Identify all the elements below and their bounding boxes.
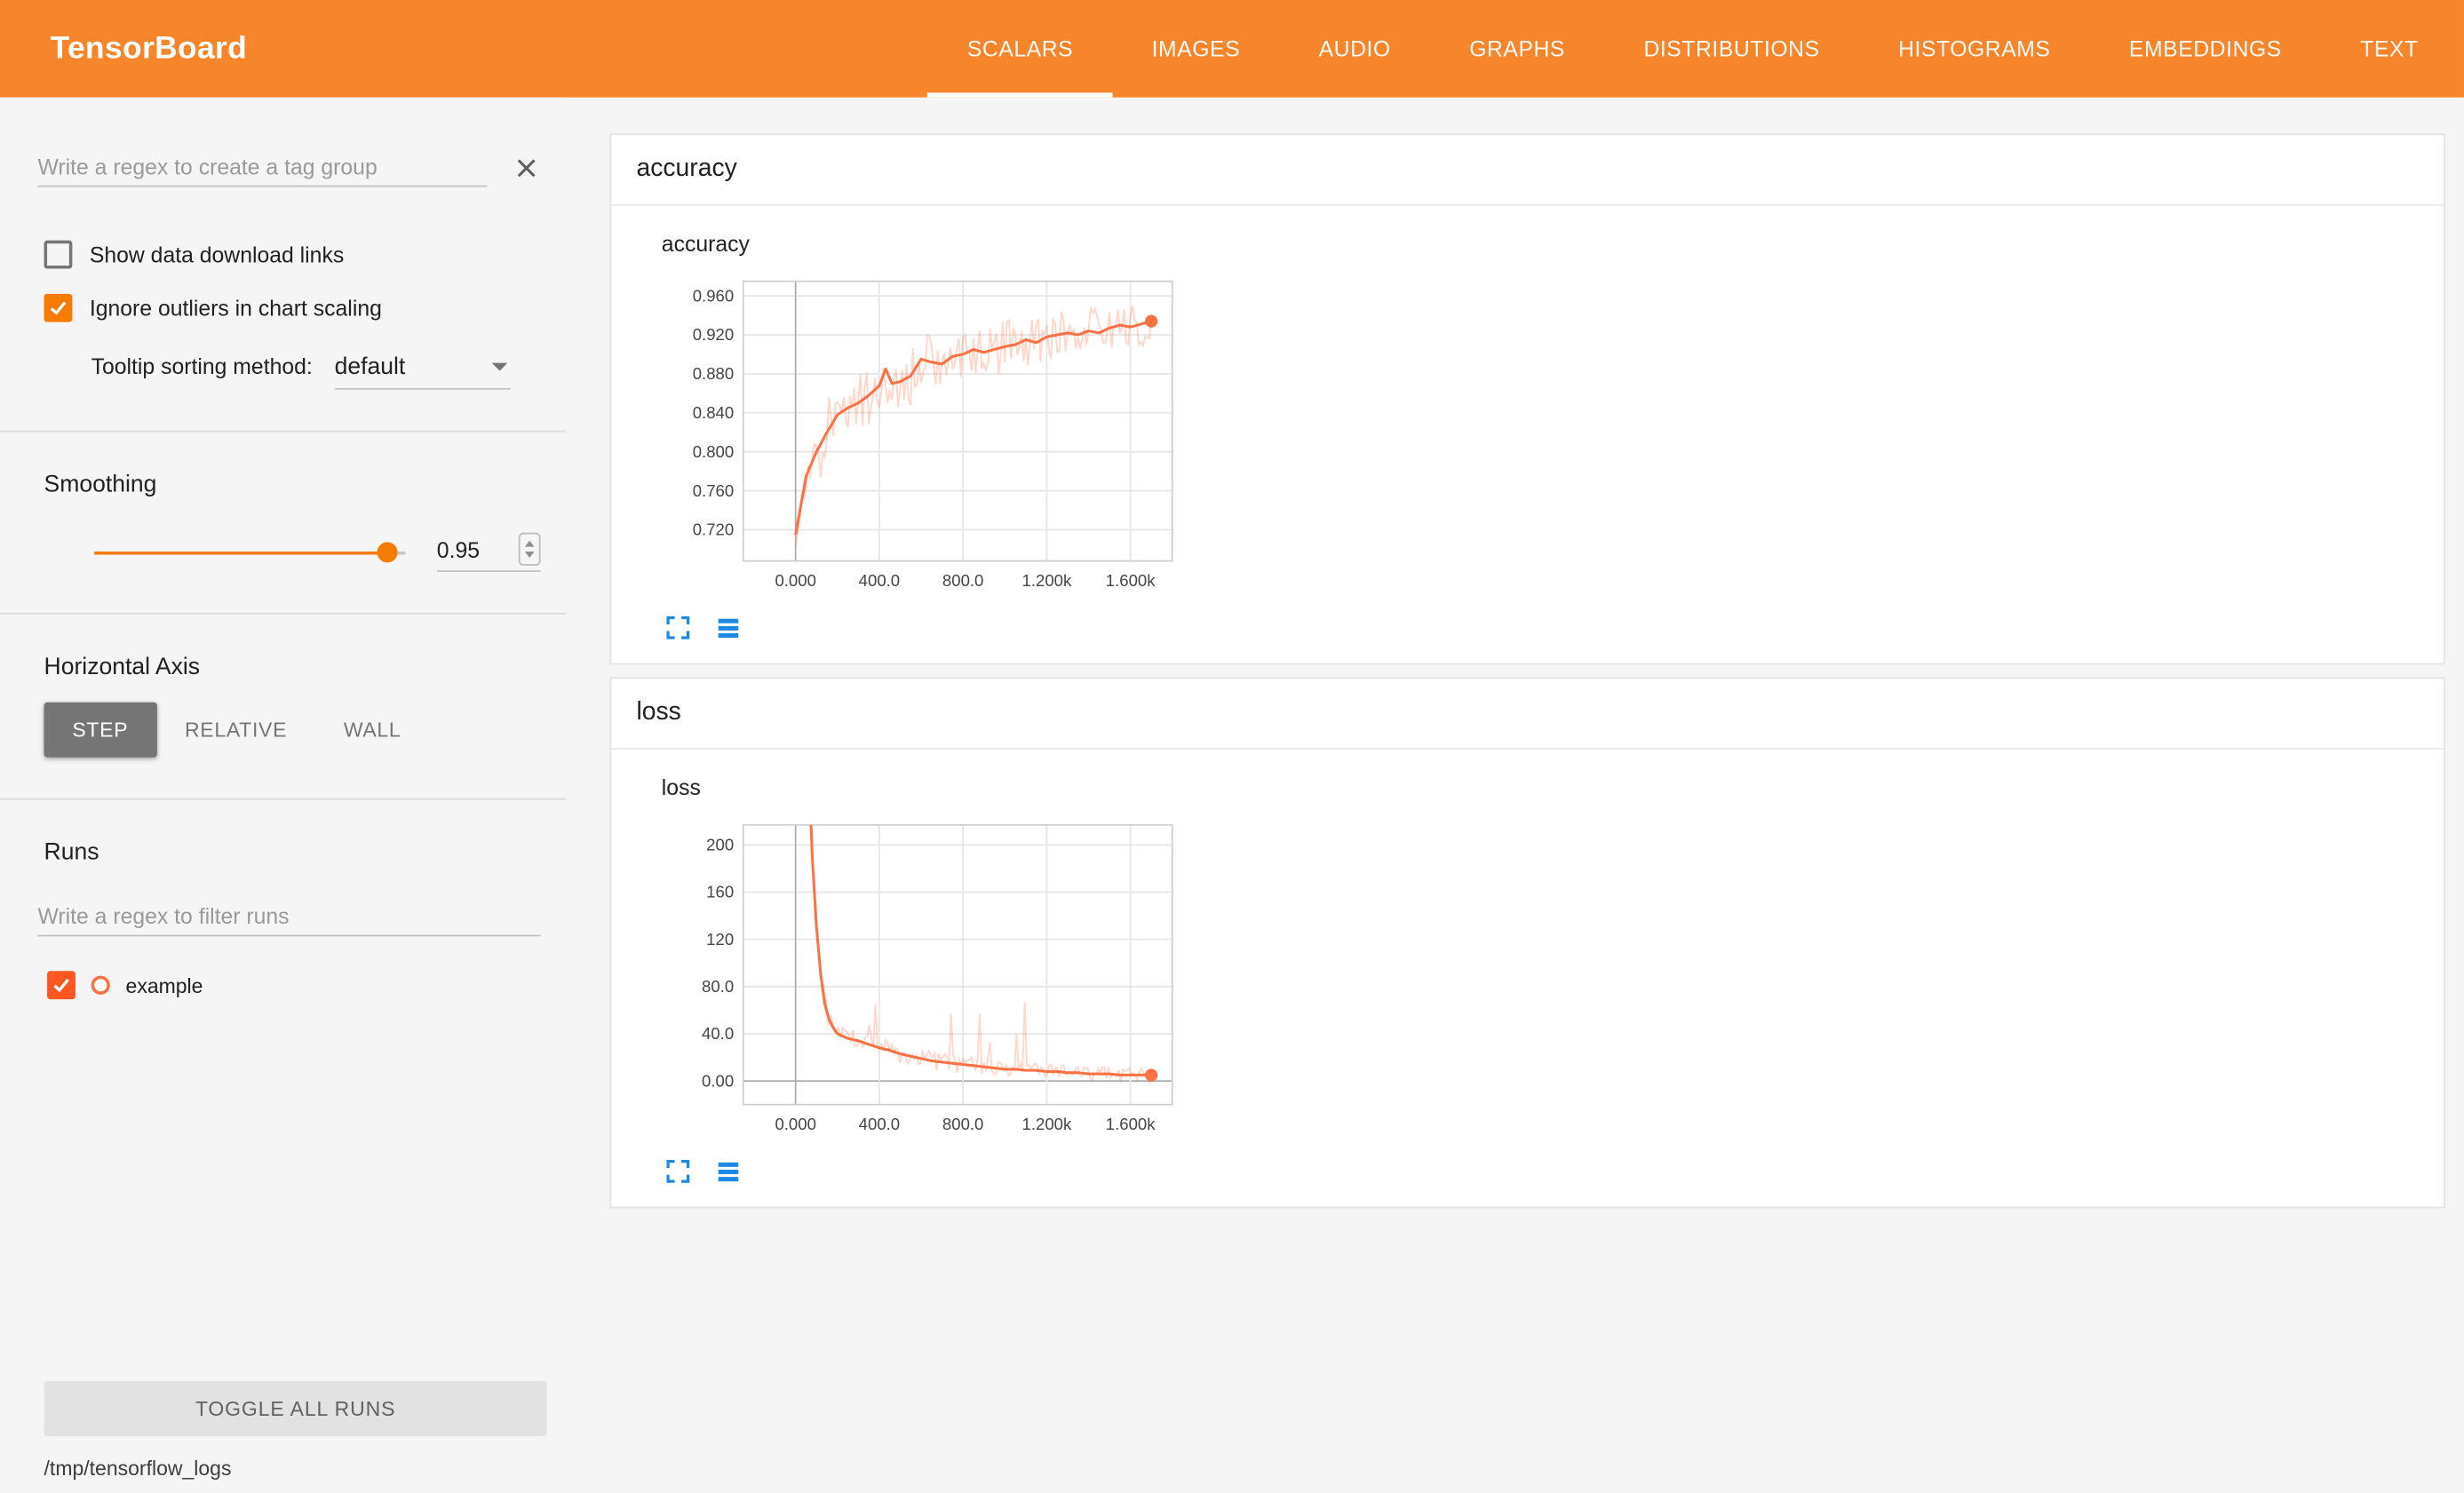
run-selector-bars-icon[interactable] xyxy=(715,615,742,641)
ignore-outliers-checkbox-row[interactable]: Ignore outliers in chart scaling xyxy=(44,294,541,322)
smoothing-slider-knob[interactable] xyxy=(378,542,398,562)
svg-text:1.600k: 1.600k xyxy=(1106,1115,1156,1133)
tab-distributions[interactable]: DISTRIBUTIONS xyxy=(1604,0,1859,98)
svg-text:0.840: 0.840 xyxy=(693,403,734,422)
tab-histograms[interactable]: HISTOGRAMS xyxy=(1859,0,2090,98)
smoothing-stepper[interactable] xyxy=(519,533,541,566)
tag-group-title-accuracy[interactable]: accuracy xyxy=(611,135,2444,206)
svg-text:400.0: 400.0 xyxy=(859,1115,900,1133)
svg-text:0.000: 0.000 xyxy=(775,1115,815,1133)
horizontal-axis-label: Horizontal Axis xyxy=(44,654,566,680)
run-selector-bars-icon[interactable] xyxy=(715,1158,742,1185)
tab-embeddings[interactable]: EMBEDDINGS xyxy=(2090,0,2321,98)
nav-tabs: SCALARS IMAGES AUDIO GRAPHS DISTRIBUTION… xyxy=(928,0,2464,98)
tooltip-sorting-label: Tooltip sorting method: xyxy=(91,353,313,378)
svg-text:0.000: 0.000 xyxy=(775,571,815,590)
run-checkbox-icon[interactable] xyxy=(47,971,76,999)
dashboard-main: accuracy accuracy 0.7200.7600.8000.8400.… xyxy=(566,98,2464,1493)
svg-text:1.200k: 1.200k xyxy=(1022,1115,1072,1133)
svg-text:800.0: 800.0 xyxy=(942,571,983,590)
tag-group-card-accuracy: accuracy accuracy 0.7200.7600.8000.8400.… xyxy=(609,133,2444,664)
log-directory-path: /tmp/tensorflow_logs xyxy=(44,1457,566,1481)
svg-text:0.960: 0.960 xyxy=(693,286,734,305)
settings-sidebar: Show data download links Ignore outliers… xyxy=(0,98,566,1493)
loss-line-chart[interactable]: 0.00 40.0 80.0 120 160 200 0.000 400.0 800.0 1.20… xyxy=(662,813,1188,1146)
run-name-label: example xyxy=(126,973,203,997)
horizontal-axis-buttons: STEP RELATIVE WALL xyxy=(44,703,566,758)
expand-chart-icon[interactable] xyxy=(664,615,691,641)
runs-label: Runs xyxy=(44,839,566,866)
divider xyxy=(0,798,566,800)
ignore-outliers-label: Ignore outliers in chart scaling xyxy=(90,296,382,321)
tab-graphs[interactable]: GRAPHS xyxy=(1430,0,1604,98)
tab-audio[interactable]: AUDIO xyxy=(1279,0,1430,98)
svg-text:200: 200 xyxy=(706,836,734,854)
smoothing-label: Smoothing xyxy=(44,472,566,498)
tag-group-card-loss: loss loss 0.00 40.0 80.0 120 160 200 0.000 400.… xyxy=(609,677,2444,1208)
svg-text:120: 120 xyxy=(706,930,734,949)
tensorboard-app: TensorBoard SCALARS IMAGES AUDIO GRAPHS … xyxy=(0,0,2464,1493)
tooltip-sorting-dropdown[interactable]: default xyxy=(335,353,511,390)
toggle-all-runs-button[interactable]: TOGGLE ALL RUNS xyxy=(44,1381,547,1436)
svg-text:0.880: 0.880 xyxy=(693,364,734,383)
axis-wall-button[interactable]: WALL xyxy=(315,703,429,758)
runs-filter-input[interactable] xyxy=(37,897,540,936)
svg-text:0.760: 0.760 xyxy=(693,481,734,500)
run-color-swatch[interactable] xyxy=(91,976,110,995)
svg-text:400.0: 400.0 xyxy=(859,571,900,590)
stepper-down-icon[interactable] xyxy=(525,552,535,558)
chart-title-loss: loss xyxy=(662,774,2444,799)
checkbox-unchecked-icon[interactable] xyxy=(44,241,73,269)
expand-chart-icon[interactable] xyxy=(664,1158,691,1185)
show-download-links-checkbox-row[interactable]: Show data download links xyxy=(44,241,541,269)
svg-text:0.720: 0.720 xyxy=(693,520,734,539)
axis-step-button[interactable]: STEP xyxy=(44,703,157,758)
divider xyxy=(0,431,566,433)
chevron-down-icon xyxy=(491,363,507,371)
axis-relative-button[interactable]: RELATIVE xyxy=(156,703,315,758)
svg-text:0.800: 0.800 xyxy=(693,442,734,461)
svg-text:80.0: 80.0 xyxy=(702,977,734,996)
tab-text[interactable]: TEXT xyxy=(2321,0,2458,98)
clear-tag-filter-icon[interactable] xyxy=(513,153,541,181)
run-list-item[interactable]: example xyxy=(47,971,540,999)
tab-scalars[interactable]: SCALARS xyxy=(928,0,1113,98)
smoothing-value-input[interactable] xyxy=(437,536,497,561)
app-header: TensorBoard SCALARS IMAGES AUDIO GRAPHS … xyxy=(0,0,2464,98)
svg-text:160: 160 xyxy=(706,883,734,901)
svg-text:0.00: 0.00 xyxy=(702,1071,734,1090)
svg-text:0.920: 0.920 xyxy=(693,325,734,344)
accuracy-line-chart[interactable]: 0.720 0.760 0.800 0.840 0.880 0.920 0.960 0.000… xyxy=(662,269,1188,602)
tag-group-title-loss[interactable]: loss xyxy=(611,679,2444,750)
show-download-links-label: Show data download links xyxy=(90,242,344,266)
tag-filter-input[interactable] xyxy=(37,147,487,187)
divider xyxy=(0,613,566,615)
svg-text:1.600k: 1.600k xyxy=(1106,571,1156,590)
svg-text:40.0: 40.0 xyxy=(702,1024,734,1043)
chart-title-accuracy: accuracy xyxy=(662,231,2444,256)
checkbox-checked-icon[interactable] xyxy=(44,294,73,322)
smoothing-slider[interactable] xyxy=(94,551,405,554)
tab-images[interactable]: IMAGES xyxy=(1112,0,1279,98)
tooltip-sorting-value: default xyxy=(335,353,406,380)
stepper-up-icon[interactable] xyxy=(525,541,535,547)
app-title: TensorBoard xyxy=(51,30,247,67)
svg-text:1.200k: 1.200k xyxy=(1022,571,1072,590)
svg-text:800.0: 800.0 xyxy=(942,1115,983,1133)
